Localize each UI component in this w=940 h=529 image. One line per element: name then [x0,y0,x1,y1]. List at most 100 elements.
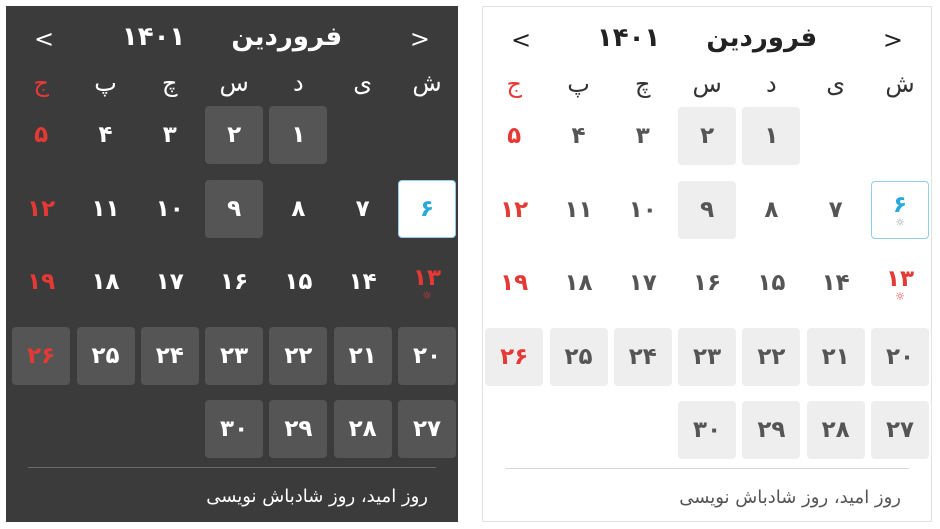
day-number: ۲۵ [91,342,120,369]
day-number: ۱۹ [500,270,529,296]
day-cell[interactable]: ۱۷ [614,254,672,312]
day-number: ۷ [828,196,843,223]
day-cell[interactable]: ۱۹ [485,254,543,312]
day-cell[interactable]: ۱۳ ☼ [871,254,929,312]
day-cell[interactable]: ۳۰ [678,401,737,459]
day-cell[interactable]: ۲ [205,106,264,164]
weekday-label: ج [33,69,49,97]
day-cell[interactable]: ۲۱ [806,327,865,386]
day-cell[interactable]: ۷ [334,180,392,238]
day-number: ۲۰ [885,343,915,370]
day-number: ۱۰ [628,196,657,223]
day-number: ۱۷ [628,270,657,296]
day-number: ۴ [98,122,113,148]
day-cell[interactable]: ۲۵ [76,326,135,385]
day-cell[interactable]: ۱۴ [334,253,392,311]
day-number: ۲۹ [757,417,786,443]
weekday-row: شیدسچپج [483,67,931,101]
day-number: ۲۲ [284,342,313,369]
day-cell[interactable]: ۴ [77,106,135,164]
day-cell[interactable]: ۲۹ [742,401,801,459]
day-cell[interactable]: ۲۵ [549,327,608,386]
day-cell[interactable]: ۲۶ [485,327,544,386]
day-cell[interactable]: ۱۳ ☼ [398,253,456,311]
day-number: ۱۱ [91,195,120,222]
day-number: ۱ [764,123,779,149]
day-cell[interactable]: ۱۲ [12,180,70,238]
weekday-label: ش [885,70,915,98]
day-cell[interactable]: ۹ [678,180,737,239]
day-cell[interactable]: ۳ [614,107,672,165]
day-cell[interactable]: ۸ [742,181,800,239]
day-cell[interactable]: ۱۶ [678,254,736,312]
day-cell[interactable]: ۲۲ [742,327,801,386]
weekday-label: ی [826,70,846,98]
calendar-light: < ۱۴۰۱ فروردین > شیدسچپج ۱ ۲ ۳ ۴ ۵ ۶ ☼ ۷ ۸ ۹ ۱۰ ۱۱ ۱۲… [482,6,932,522]
day-cell[interactable]: ۲۰ [871,327,929,386]
day-number: ۳۰ [220,416,249,442]
day-cell[interactable]: ۱۰ [141,180,199,238]
event-marker-icon: ☼ [895,216,905,229]
day-cell[interactable]: ۴ [550,107,608,165]
day-cell[interactable]: ۲۷ [871,401,929,459]
day-number: ۱۴ [821,270,850,296]
day-cell[interactable]: ۳۰ [205,400,264,458]
day-cell[interactable]: ۹ [205,179,264,238]
day-number: ۱۹ [27,269,56,295]
day-cell[interactable]: ۲۴ [613,327,672,386]
next-month-button[interactable]: > [883,25,903,55]
day-number: ۹ [227,195,242,222]
day-cell[interactable]: ۱۷ [141,253,199,311]
day-cell[interactable]: ۵ [485,107,543,165]
day-cell[interactable]: ۱ [742,107,801,165]
day-cell[interactable]: ۲ [678,107,737,165]
day-number: ۲۰ [412,342,442,369]
day-cell[interactable]: ۲۸ [333,400,392,458]
day-cell[interactable]: ۱۵ [269,253,327,311]
day-number: ۱۰ [155,195,184,222]
month-year-title: ۱۴۰۱ فروردین [483,21,931,55]
day-number: ۱۴ [348,269,377,295]
day-number: ۲۲ [757,343,786,370]
day-cell[interactable]: ۱۲ [485,181,543,239]
day-cell[interactable]: ۱ [269,106,328,164]
day-cell[interactable]: ۲۱ [333,326,392,385]
day-number: ۱۵ [284,269,313,295]
day-cell[interactable]: ۲۲ [269,326,328,385]
day-number: ۳ [162,122,177,148]
day-number: ۲۷ [412,416,442,442]
day-number: ۶ [892,192,908,218]
day-cell[interactable]: ۲۴ [140,326,199,385]
calendar-header: < ۱۴۰۱ فروردین > [483,21,931,61]
day-cell[interactable]: ۱۰ [614,181,672,239]
day-number: ۲۹ [284,416,313,442]
day-cell[interactable]: ۱۸ [77,253,135,311]
day-cell[interactable]: ۱۶ [205,253,263,311]
day-cell[interactable]: ۲۰ [398,326,456,385]
day-cell[interactable]: ۱۱ [550,181,608,239]
day-cell[interactable]: ۲۶ [12,326,71,385]
day-cell[interactable]: ۵ [12,106,70,164]
day-cell[interactable]: ۶ ☼ [871,180,929,239]
day-cell[interactable]: ۶ [398,179,456,238]
day-cell[interactable]: ۱۵ [742,254,800,312]
day-cell[interactable]: ۲۹ [269,400,328,458]
day-cell[interactable]: ۱۸ [550,254,608,312]
day-cell[interactable]: ۲۳ [678,327,737,386]
day-cell[interactable]: ۱۱ [77,180,135,238]
day-number: ۲۳ [220,342,249,369]
day-cell[interactable]: ۲۷ [398,400,456,458]
day-cell[interactable]: ۳ [141,106,199,164]
day-cell[interactable]: ۱۹ [12,253,70,311]
next-month-button[interactable]: > [410,24,430,54]
day-cell[interactable]: ۲۸ [806,401,865,459]
day-cell[interactable]: ۱۴ [807,254,865,312]
weekday-label: ی [353,69,373,97]
day-cell[interactable]: ۸ [269,180,327,238]
day-cell[interactable]: ۲۳ [205,326,264,385]
day-cell[interactable]: ۷ [807,181,865,239]
day-number: ۱۵ [757,270,786,296]
day-number: ۳ [635,123,650,149]
day-number: ۹ [700,196,715,223]
day-number: ۲۴ [155,342,184,369]
